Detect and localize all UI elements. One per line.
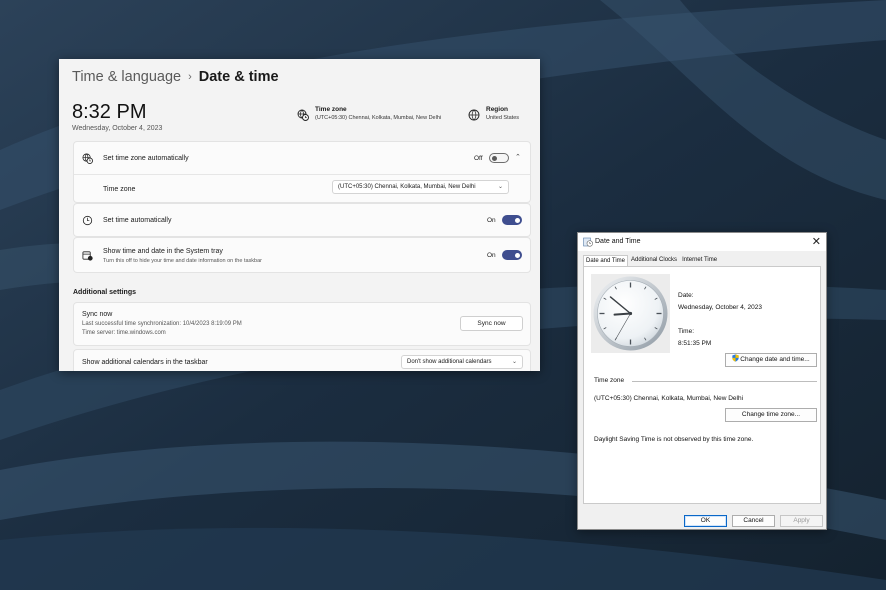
hour-hand <box>613 312 632 316</box>
current-time: 8:32 PM <box>72 101 147 123</box>
show-in-tray-description: Turn this off to hide your time and date… <box>103 258 262 264</box>
date-label: Date: <box>678 292 694 299</box>
time-label: Time: <box>678 328 695 335</box>
region-summary-value: United States <box>486 115 520 121</box>
chevron-down-icon: ⌄ <box>497 184 503 190</box>
group-divider <box>632 381 817 382</box>
breadcrumb-separator: › <box>188 71 192 83</box>
additional-settings-heading: Additional settings <box>73 289 136 296</box>
tab-internet-time[interactable]: Internet Time <box>680 255 719 266</box>
calendars-select-value: Don't show additional calendars <box>407 359 492 365</box>
settings-window: Time & language › Date & time 8:32 PM Wedn… <box>59 59 540 371</box>
time-zone-select-value: (UTC+05:30) Chennai, Kolkata, Mumbai, Ne… <box>338 184 476 190</box>
time-value: 8:51:35 PM <box>678 340 712 347</box>
apply-button[interactable]: Apply <box>780 515 823 527</box>
calendars-label: Show additional calendars in the taskbar <box>82 359 208 366</box>
calendar-clock-icon <box>82 251 93 261</box>
set-time-auto-card: Set time automatically On <box>73 203 531 237</box>
set-time-zone-auto-card: Set time zone automatically Off ⌃ Time z… <box>73 141 531 203</box>
cancel-button[interactable]: Cancel <box>732 515 775 527</box>
region-summary: Region United States <box>468 106 519 121</box>
time-zone-summary-value: (UTC+05:30) Chennai, Kolkata, Mumbai, Ne… <box>315 115 442 121</box>
dialog-tabs: Date and Time Additional Clocks Internet… <box>583 255 720 266</box>
dialog-time-zone-value: (UTC+05:30) Chennai, Kolkata, Mumbai, Ne… <box>594 395 744 402</box>
globe-clock-icon <box>82 153 93 164</box>
set-time-zone-auto-label: Set time zone automatically <box>103 155 189 162</box>
date-time-app-icon <box>583 237 593 247</box>
time-zone-group-heading: Time zone <box>594 377 625 384</box>
sync-time-server: Time server: time.windows.com <box>82 330 166 336</box>
set-time-zone-auto-state: Off <box>474 155 483 162</box>
close-icon[interactable]: ✕ <box>812 235 821 248</box>
set-time-zone-auto-toggle[interactable] <box>489 153 509 163</box>
time-zone-summary-label: Time zone <box>315 106 347 113</box>
tab-date-and-time[interactable]: Date and Time <box>583 255 629 266</box>
globe-icon <box>468 109 480 121</box>
ok-button[interactable]: OK <box>684 515 727 527</box>
change-date-time-button[interactable]: Change date and time... <box>725 353 817 367</box>
sync-card: Sync now Last successful time synchroniz… <box>73 302 531 346</box>
dialog-title: Date and Time <box>595 238 641 245</box>
date-time-dialog: Date and Time ✕ Date and Time Additional… <box>577 232 827 530</box>
show-in-tray-label: Show time and date in the System tray <box>103 248 223 255</box>
analog-clock <box>591 274 670 353</box>
sync-last-success: Last successful time synchronization: 10… <box>82 321 242 327</box>
analog-clock-face <box>593 276 668 351</box>
calendars-select[interactable]: Don't show additional calendars ⌄ <box>401 355 523 369</box>
show-in-tray-toggle[interactable] <box>502 250 522 260</box>
sync-now-button[interactable]: Sync now <box>460 316 523 331</box>
change-time-zone-button[interactable]: Change time zone... <box>725 408 817 422</box>
tab-additional-clocks[interactable]: Additional Clocks <box>629 255 679 266</box>
uac-shield-icon <box>732 354 739 362</box>
show-in-tray-card: Show time and date in the System tray Tu… <box>73 237 531 273</box>
chevron-down-icon: ⌄ <box>511 359 517 365</box>
breadcrumb-parent[interactable]: Time & language <box>72 69 181 85</box>
change-date-time-label: Change date and time... <box>740 356 810 363</box>
dialog-title-bar[interactable]: Date and Time ✕ <box>578 233 826 251</box>
chevron-up-icon[interactable]: ⌃ <box>515 153 521 161</box>
time-zone-select[interactable]: (UTC+05:30) Chennai, Kolkata, Mumbai, Ne… <box>332 180 509 194</box>
date-time-tab-panel: Date: Wednesday, October 4, 2023 Time: 8… <box>583 266 821 504</box>
set-time-auto-toggle[interactable] <box>502 215 522 225</box>
show-in-tray-state: On <box>487 252 496 259</box>
time-zone-row-label: Time zone <box>103 186 136 193</box>
set-time-auto-label: Set time automatically <box>103 217 172 224</box>
time-zone-summary: Time zone (UTC+05:30) Chennai, Kolkata, … <box>297 106 441 121</box>
sync-title: Sync now <box>82 311 113 318</box>
page-title: Date & time <box>198 69 279 85</box>
breadcrumb: Time & language › Date & time <box>72 69 279 85</box>
calendars-card: Show additional calendars in the taskbar… <box>73 349 531 371</box>
clock-icon <box>82 215 93 226</box>
current-date: Wednesday, October 4, 2023 <box>72 125 163 132</box>
date-value: Wednesday, October 4, 2023 <box>678 304 762 311</box>
divider <box>74 174 530 175</box>
region-summary-label: Region <box>486 106 509 113</box>
set-time-auto-state: On <box>487 217 496 224</box>
dst-note: Daylight Saving Time is not observed by … <box>594 436 754 443</box>
globe-clock-icon <box>297 109 309 121</box>
